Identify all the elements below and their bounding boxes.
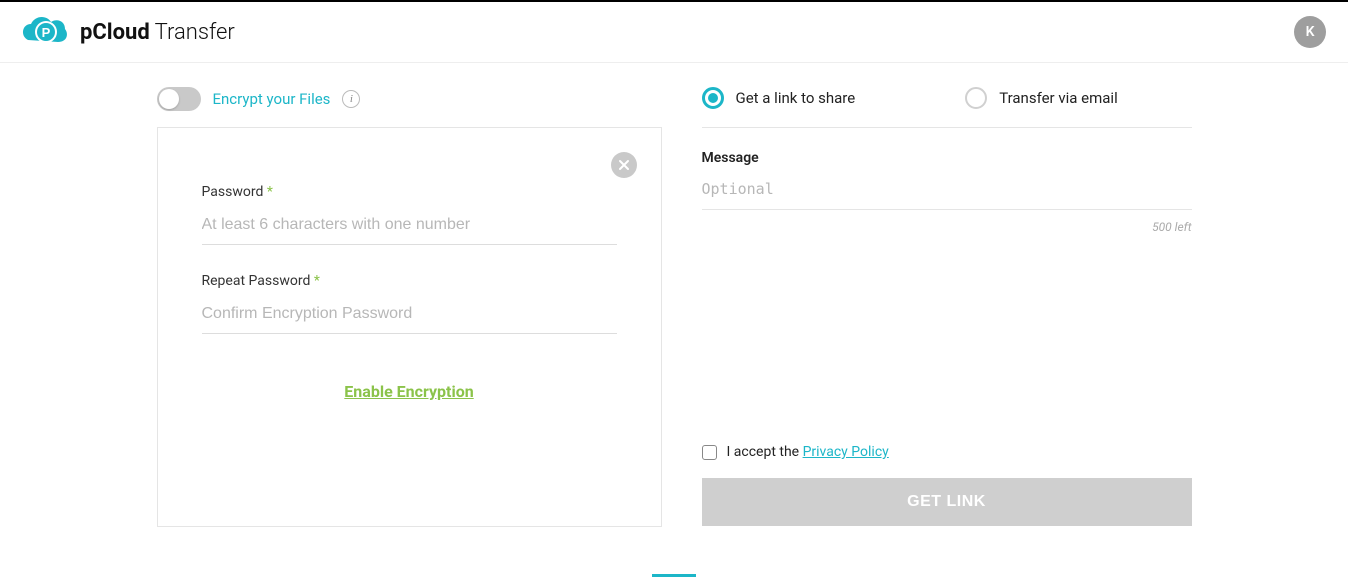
encryption-panel: Password * Repeat Password * Enable Encr… [157, 127, 662, 527]
repeat-password-label: Repeat Password * [202, 273, 617, 289]
encrypt-toggle[interactable] [157, 87, 201, 111]
encrypt-toggle-row: Encrypt your Files i [157, 87, 662, 127]
main: Encrypt your Files i Password * Repeat P… [0, 63, 1348, 527]
message-input[interactable] [702, 176, 1192, 210]
encrypt-label: Encrypt your Files [213, 90, 331, 108]
enable-encryption-link[interactable]: Enable Encryption [202, 382, 617, 401]
accept-row: I accept the Privacy Policy [702, 444, 1192, 460]
bottom-accent [652, 574, 696, 577]
toggle-knob [159, 89, 179, 109]
radio-transfer-email[interactable]: Transfer via email [965, 87, 1118, 109]
privacy-policy-link[interactable]: Privacy Policy [803, 444, 889, 460]
left-column: Encrypt your Files i Password * Repeat P… [157, 87, 662, 527]
pcloud-logo-icon: P [18, 14, 70, 50]
radio-icon [965, 87, 987, 109]
accept-text: I accept the Privacy Policy [727, 444, 889, 460]
radio-icon-selected [702, 87, 724, 109]
password-input[interactable] [202, 210, 617, 245]
header: P pCloud Transfer K [0, 2, 1348, 63]
info-icon[interactable]: i [342, 90, 360, 108]
brand-text: pCloud Transfer [80, 20, 235, 45]
close-icon [618, 159, 630, 171]
radio-transfer-email-label: Transfer via email [999, 89, 1118, 107]
radio-get-link[interactable]: Get a link to share [702, 87, 856, 109]
char-counter: 500 left [702, 220, 1192, 234]
message-block: Message 500 left [702, 150, 1192, 234]
repeat-password-field: Repeat Password * [202, 273, 617, 334]
password-field: Password * [202, 184, 617, 245]
password-label: Password * [202, 184, 617, 200]
logo[interactable]: P pCloud Transfer [18, 14, 235, 50]
close-button[interactable] [611, 152, 637, 178]
avatar[interactable]: K [1294, 16, 1326, 48]
get-link-button[interactable]: GET LINK [702, 478, 1192, 526]
message-label: Message [702, 150, 1192, 166]
transfer-mode-radios: Get a link to share Transfer via email [702, 87, 1192, 128]
repeat-password-input[interactable] [202, 299, 617, 334]
accept-checkbox[interactable] [702, 445, 717, 460]
right-column: Get a link to share Transfer via email M… [702, 87, 1192, 527]
svg-text:P: P [42, 25, 51, 40]
radio-get-link-label: Get a link to share [736, 89, 856, 107]
